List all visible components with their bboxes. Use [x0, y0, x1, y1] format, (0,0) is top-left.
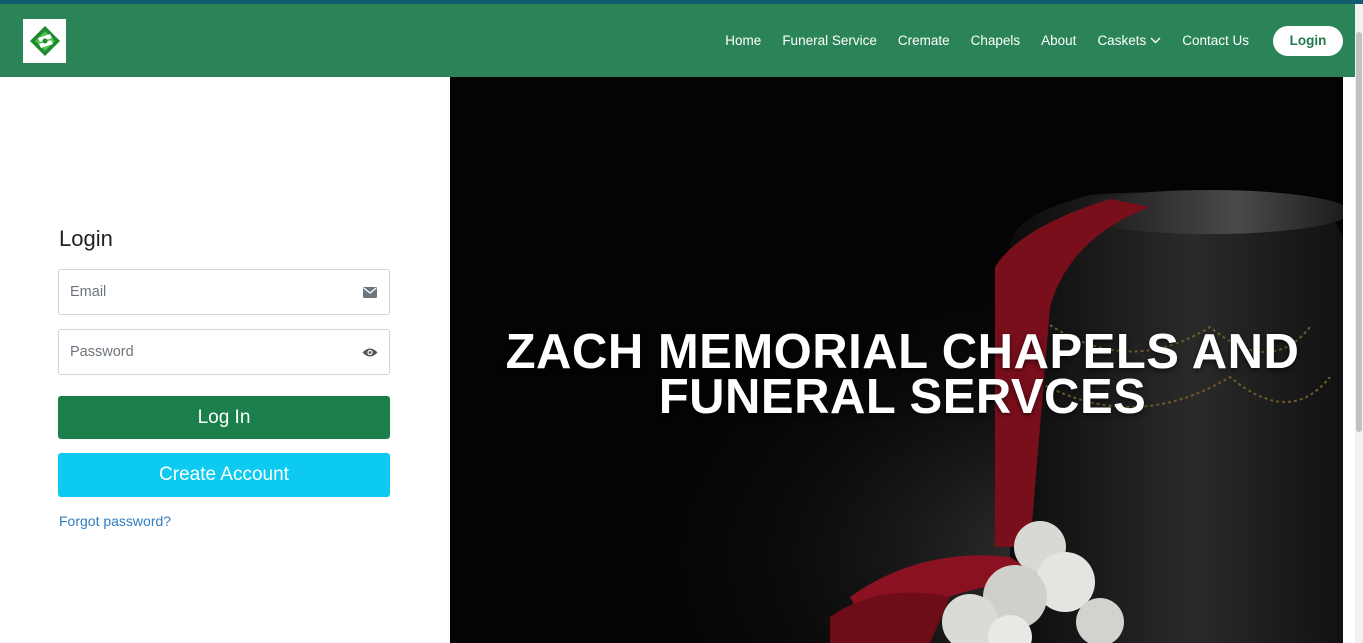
email-input[interactable] — [70, 270, 350, 314]
brand-logo[interactable] — [23, 19, 66, 63]
nav-funeral-service-label: Funeral Service — [782, 33, 877, 48]
nav-chapels-label: Chapels — [970, 33, 1021, 48]
forgot-password-link[interactable]: Forgot password? — [59, 513, 171, 529]
nav-caskets-dropdown[interactable]: Caskets — [1097, 33, 1161, 48]
login-panel: Login Log In Create Account Forgot passw… — [0, 77, 450, 643]
nav-about-label: About — [1041, 33, 1077, 48]
eye-icon[interactable] — [362, 344, 378, 360]
hero-banner: ZACH MEMORIAL CHAPELS AND FUNERAL SERVCE… — [450, 77, 1343, 643]
nav-chapels[interactable]: Chapels — [971, 33, 1021, 48]
nav-about[interactable]: About — [1041, 33, 1076, 48]
chevron-down-icon — [1150, 37, 1161, 44]
navbar: Home Funeral Service Cremate Chapels Abo… — [0, 4, 1355, 77]
nav-cremate[interactable]: Cremate — [898, 33, 950, 48]
page-scrollbar[interactable] — [1355, 4, 1363, 643]
nav-contact-us[interactable]: Contact Us — [1182, 33, 1249, 48]
hero-title-line-2: FUNERAL SERVCES — [658, 370, 1147, 424]
log-in-button[interactable]: Log In — [58, 396, 390, 439]
scrollbar-thumb[interactable] — [1356, 32, 1362, 432]
nav-caskets-label: Caskets — [1097, 33, 1147, 48]
login-title: Login — [59, 226, 113, 251]
nav-cremate-label: Cremate — [897, 33, 950, 48]
nav-funeral-service[interactable]: Funeral Service — [782, 33, 877, 48]
nav-home[interactable]: Home — [725, 33, 761, 48]
password-input[interactable] — [70, 330, 350, 374]
brand-logo-icon — [29, 26, 60, 56]
nav-home-label: Home — [725, 33, 762, 48]
main-nav: Home Funeral Service Cremate Chapels Abo… — [704, 4, 1355, 77]
header-login-button[interactable]: Login — [1273, 25, 1343, 56]
hero-title-line-1: ZACH MEMORIAL CHAPELS AND — [505, 325, 1300, 379]
email-field[interactable] — [58, 269, 390, 315]
nav-contact-us-label: Contact Us — [1182, 33, 1249, 48]
create-account-button[interactable]: Create Account — [58, 453, 390, 497]
hero-title: ZACH MEMORIAL CHAPELS AND FUNERAL SERVCE… — [450, 325, 1343, 424]
password-field[interactable] — [58, 329, 390, 375]
envelope-icon — [362, 284, 378, 300]
